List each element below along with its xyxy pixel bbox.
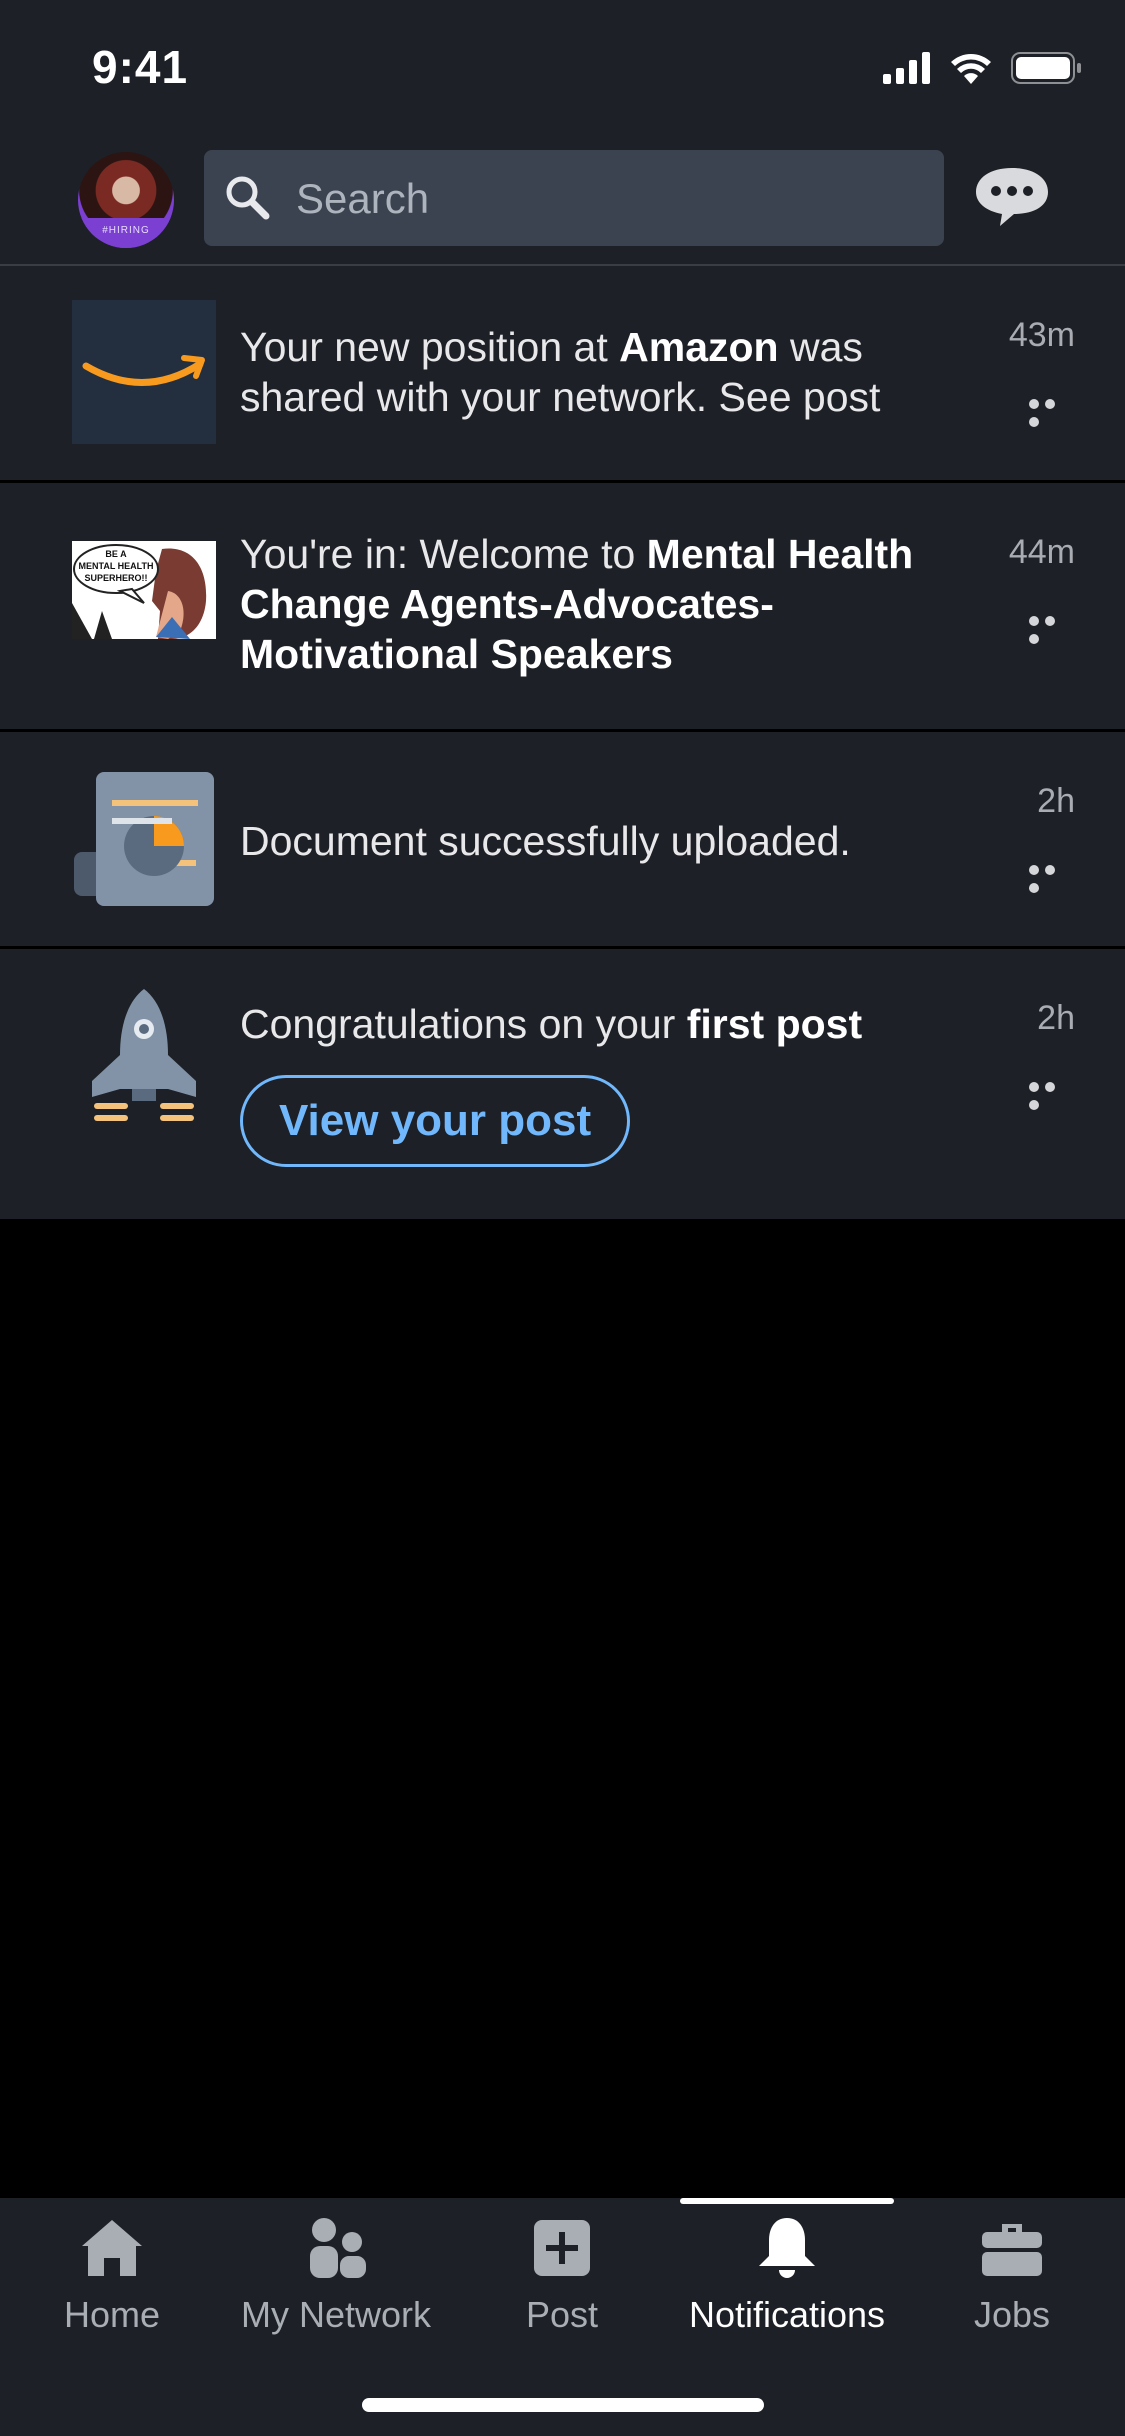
notification-item[interactable]: Your new position at Amazon was shared w… — [0, 266, 1125, 483]
notification-text: You're in: Welcome to Mental Health Chan… — [240, 531, 914, 677]
group-image-caption-line2: MENTAL HEALTH — [79, 561, 154, 571]
group-image-caption-line1: BE A — [105, 549, 127, 559]
more-options-icon[interactable] — [1029, 1079, 1075, 1110]
status-icons — [883, 52, 1081, 84]
group-image-icon: BE A MENTAL HEALTH SUPERHERO!! — [72, 541, 216, 639]
tab-label: Notifications — [688, 2294, 886, 2335]
search-icon — [226, 176, 270, 220]
notification-text: Your new position at Amazon was shared w… — [240, 324, 881, 420]
more-options-icon[interactable] — [1029, 613, 1075, 644]
notification-item[interactable]: Congratulations on your first post 2h Vi… — [0, 949, 1125, 1219]
briefcase-icon — [982, 2224, 1042, 2276]
tab-label: Post — [525, 2294, 599, 2335]
hiring-badge: #HIRING — [78, 218, 174, 248]
bell-icon — [759, 2218, 815, 2278]
amazon-logo-icon — [72, 300, 216, 444]
post-plus-icon — [534, 2220, 590, 2276]
status-bar: 9:41 — [0, 0, 1125, 140]
cellular-signal-icon — [883, 52, 930, 84]
notification-time: 43m — [1008, 316, 1075, 354]
tab-label: Home — [63, 2294, 161, 2335]
battery-icon — [1011, 52, 1081, 84]
notification-item[interactable]: Document successfully uploaded. 2h — [0, 732, 1125, 949]
notification-item[interactable]: BE A MENTAL HEALTH SUPERHERO!! You're in… — [0, 483, 1125, 732]
home-icon — [82, 2220, 142, 2276]
tab-home[interactable]: Home — [22, 2198, 202, 2368]
home-indicator[interactable] — [362, 2398, 764, 2412]
wifi-icon — [951, 54, 991, 84]
top-header: #HIRING — [0, 140, 1125, 266]
notification-time: 44m — [1008, 533, 1075, 571]
notification-time: 2h — [1037, 782, 1075, 820]
more-options-icon[interactable] — [1029, 862, 1075, 893]
rocket-icon — [92, 989, 196, 1121]
tab-post[interactable]: Post — [480, 2198, 644, 2368]
messaging-icon[interactable] — [972, 164, 1052, 228]
more-options-icon[interactable] — [1029, 396, 1075, 427]
notification-time: 2h — [1037, 999, 1075, 1037]
tab-notifications[interactable]: Notifications — [670, 2198, 904, 2368]
status-time: 9:41 — [92, 41, 189, 93]
search-input[interactable] — [294, 150, 918, 248]
tab-jobs[interactable]: Jobs — [932, 2198, 1092, 2368]
network-icon — [310, 2218, 366, 2278]
document-icon — [74, 772, 214, 906]
profile-avatar[interactable]: #HIRING — [78, 152, 174, 248]
tab-label: My Network — [240, 2294, 432, 2335]
search-bar[interactable] — [204, 150, 944, 248]
tab-my-network[interactable]: My Network — [222, 2198, 450, 2368]
notification-text: Congratulations on your first post — [240, 1001, 863, 1047]
tab-label: Jobs — [973, 2294, 1051, 2335]
view-your-post-button[interactable]: View your post — [240, 1075, 631, 1167]
notification-text: Document successfully uploaded. — [240, 818, 851, 864]
group-image-caption-line3: SUPERHERO!! — [84, 573, 147, 583]
